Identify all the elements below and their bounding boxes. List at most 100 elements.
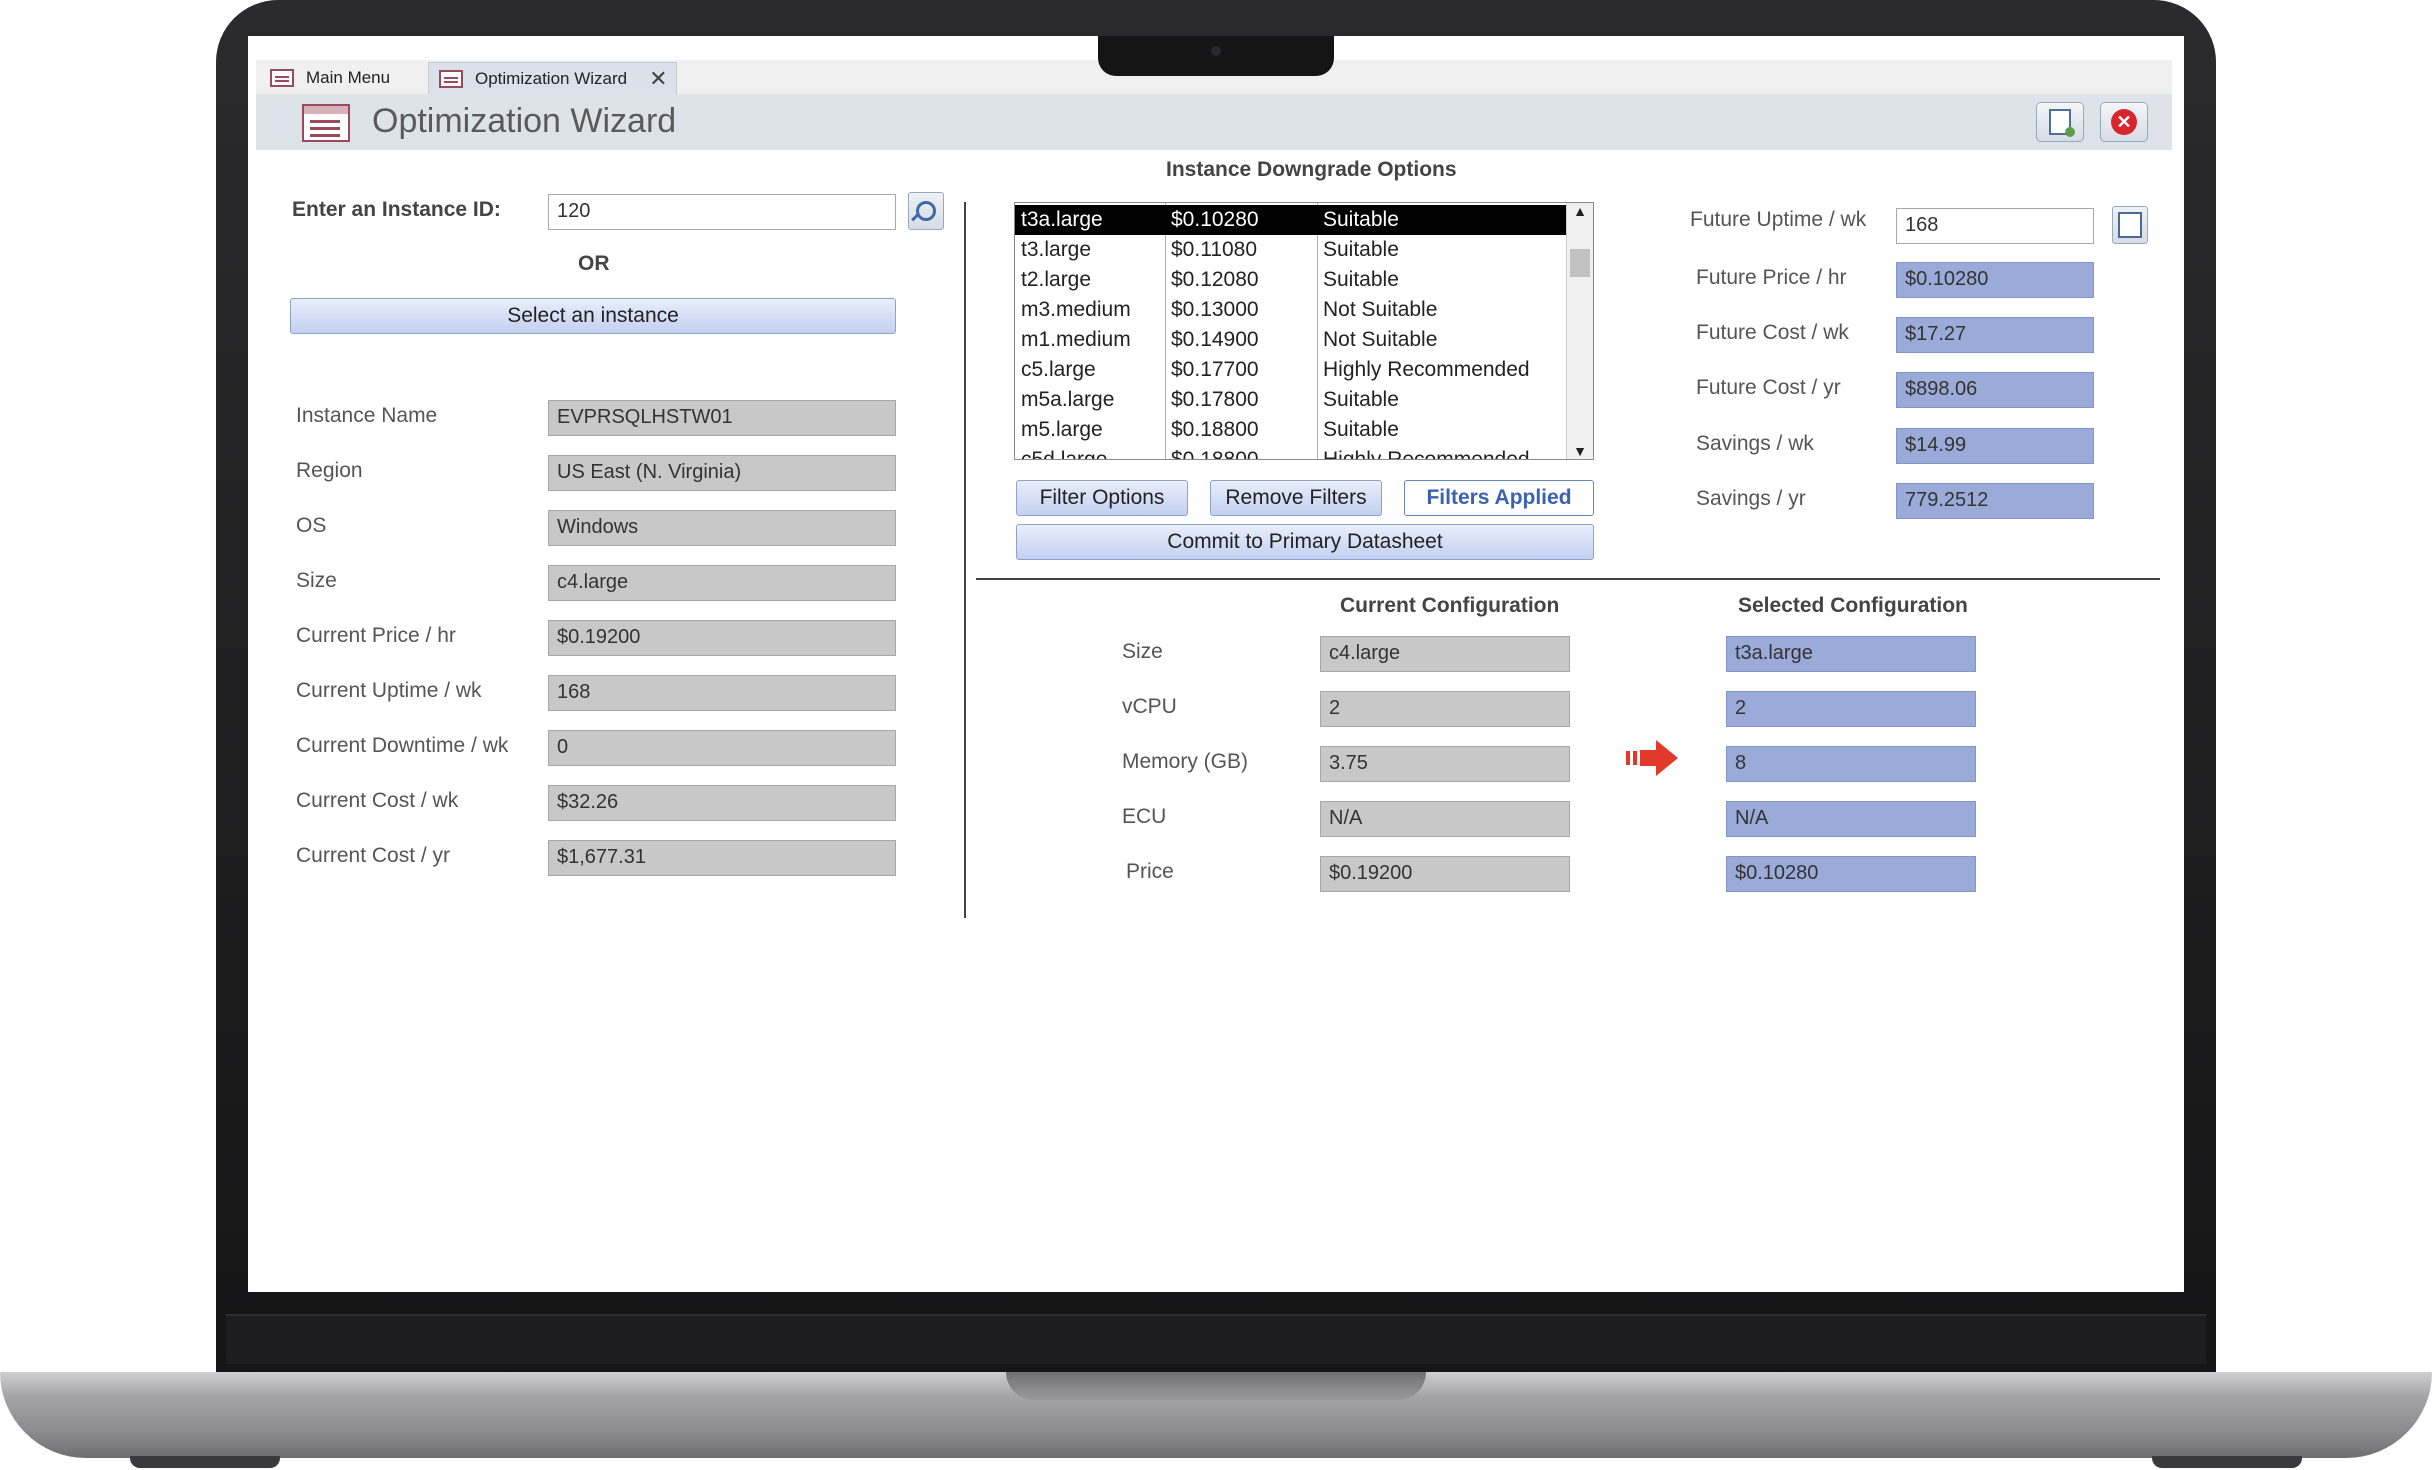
option-price: $0.13000: [1171, 298, 1259, 321]
filters-applied-indicator: Filters Applied: [1404, 480, 1594, 516]
option-price: $0.18800: [1171, 418, 1259, 441]
instance-id-input[interactable]: 120: [548, 194, 896, 230]
selected-ecu-field: N/A: [1726, 801, 1976, 837]
scroll-up-icon[interactable]: ▲: [1567, 203, 1593, 219]
instance-id-label: Enter an Instance ID:: [292, 198, 501, 221]
list-item[interactable]: t2.large $0.12080 Suitable: [1015, 265, 1567, 295]
downgrade-title: Instance Downgrade Options: [1166, 158, 1457, 181]
compare-size-label: Size: [1122, 640, 1163, 663]
list-item[interactable]: m5a.large $0.17800 Suitable: [1015, 385, 1567, 415]
list-item[interactable]: c5.large $0.17700 Highly Recommended: [1015, 355, 1567, 385]
future-price-field: $0.10280: [1896, 262, 2094, 298]
commit-button[interactable]: Commit to Primary Datasheet: [1016, 524, 1594, 560]
compare-memory-label: Memory (GB): [1122, 750, 1248, 773]
future-cost-yr-label: Future Cost / yr: [1696, 376, 1841, 399]
selected-size-field: t3a.large: [1726, 636, 1976, 672]
current-memory-field: 3.75: [1320, 746, 1570, 782]
savings-yr-field[interactable]: 779.2512: [1896, 483, 2094, 519]
current-downtime-label: Current Downtime / wk: [296, 734, 509, 757]
scroll-thumb[interactable]: [1570, 249, 1590, 277]
form-icon: [270, 69, 294, 87]
list-item[interactable]: m1.medium $0.14900 Not Suitable: [1015, 325, 1567, 355]
option-status: Not Suitable: [1323, 328, 1438, 351]
camera-notch: [1098, 36, 1334, 76]
tab-label: Main Menu: [306, 68, 391, 87]
future-cost-wk-field: $17.27: [1896, 317, 2094, 353]
select-instance-button[interactable]: Select an instance: [290, 298, 896, 334]
arrow-right-icon: [1626, 740, 1678, 776]
current-cost-wk-field: $32.26: [548, 785, 896, 821]
option-price: $0.12080: [1171, 268, 1259, 291]
column-divider: [964, 202, 966, 918]
current-vcpu-field: 2: [1320, 691, 1570, 727]
camera-icon: [1211, 46, 1221, 56]
export-button[interactable]: [2036, 102, 2084, 142]
laptop-foot: [130, 1456, 280, 1468]
option-size: t3.large: [1021, 238, 1092, 261]
list-item[interactable]: m3.medium $0.13000 Not Suitable: [1015, 295, 1567, 325]
calculator-icon: [2118, 212, 2142, 238]
close-icon: ✕: [2111, 109, 2137, 135]
current-price-compare-field: $0.19200: [1320, 856, 1570, 892]
instance-name-field: EVPRSQLHSTW01: [548, 400, 896, 436]
selected-config-header: Selected Configuration: [1738, 594, 1968, 617]
scroll-down-icon[interactable]: ▼: [1567, 443, 1593, 459]
option-status: Highly Recommended: [1323, 358, 1530, 381]
option-size: c5d.large: [1021, 448, 1108, 460]
laptop-bezel: [226, 1314, 2206, 1364]
downgrade-options-list[interactable]: t3a.large $0.10280 Suitable t3.large $0.…: [1014, 202, 1594, 460]
list-item[interactable]: m5.large $0.18800 Suitable: [1015, 415, 1567, 445]
savings-wk-label: Savings / wk: [1696, 432, 1814, 455]
option-price: $0.17800: [1171, 388, 1259, 411]
option-size: m1.medium: [1021, 328, 1131, 351]
search-icon: [916, 201, 936, 221]
option-size: m5.large: [1021, 418, 1103, 441]
future-uptime-input[interactable]: 168: [1896, 208, 2094, 244]
savings-yr-label: Savings / yr: [1696, 487, 1806, 510]
search-button[interactable]: [908, 192, 944, 230]
option-status: Suitable: [1323, 238, 1399, 261]
current-price-label: Current Price / hr: [296, 624, 456, 647]
selected-memory-field: 8: [1726, 746, 1976, 782]
future-cost-yr-field: $898.06: [1896, 372, 2094, 408]
form-header: Optimization Wizard ✕: [256, 94, 2172, 150]
size-field: c4.large: [548, 565, 896, 601]
close-form-button[interactable]: ✕: [2100, 102, 2148, 142]
document-refresh-icon: [2049, 109, 2075, 137]
tab-main-menu[interactable]: Main Menu: [270, 62, 390, 94]
current-config-header: Current Configuration: [1340, 594, 1560, 617]
form-icon: [439, 70, 463, 88]
option-status: Suitable: [1323, 418, 1399, 441]
compare-price-label: Price: [1126, 860, 1174, 883]
region-field: US East (N. Virginia): [548, 455, 896, 491]
list-item[interactable]: c5d.large $0.18800 Highly Recommended: [1015, 445, 1567, 460]
current-price-field: $0.19200: [548, 620, 896, 656]
list-scrollbar[interactable]: ▲ ▼: [1566, 203, 1593, 459]
region-label: Region: [296, 459, 363, 482]
current-size-field: c4.large: [1320, 636, 1570, 672]
tab-optimization-wizard[interactable]: Optimization Wizard ✕: [428, 62, 677, 95]
option-status: Suitable: [1323, 388, 1399, 411]
current-uptime-field: 168: [548, 675, 896, 711]
form-icon: [302, 104, 350, 142]
calculate-button[interactable]: [2112, 206, 2148, 244]
remove-filters-button[interactable]: Remove Filters: [1210, 480, 1382, 516]
current-cost-yr-label: Current Cost / yr: [296, 844, 451, 867]
filter-options-button[interactable]: Filter Options: [1016, 480, 1188, 516]
close-tab-icon[interactable]: ✕: [649, 66, 667, 92]
list-item[interactable]: t3a.large $0.10280 Suitable: [1015, 205, 1567, 235]
future-cost-wk-label: Future Cost / wk: [1696, 321, 1849, 344]
option-price: $0.18800: [1171, 448, 1259, 460]
future-price-label: Future Price / hr: [1696, 266, 1847, 289]
option-status: Suitable: [1323, 268, 1399, 291]
savings-wk-field: $14.99: [1896, 428, 2094, 464]
or-label: OR: [578, 252, 610, 275]
option-status: Suitable: [1323, 208, 1399, 231]
section-divider: [976, 578, 2160, 580]
compare-vcpu-label: vCPU: [1122, 695, 1177, 718]
list-item[interactable]: t3.large $0.11080 Suitable: [1015, 235, 1567, 265]
option-status: Highly Recommended: [1323, 448, 1530, 460]
os-label: OS: [296, 514, 327, 537]
selected-price-field: $0.10280: [1726, 856, 1976, 892]
current-uptime-label: Current Uptime / wk: [296, 679, 482, 702]
